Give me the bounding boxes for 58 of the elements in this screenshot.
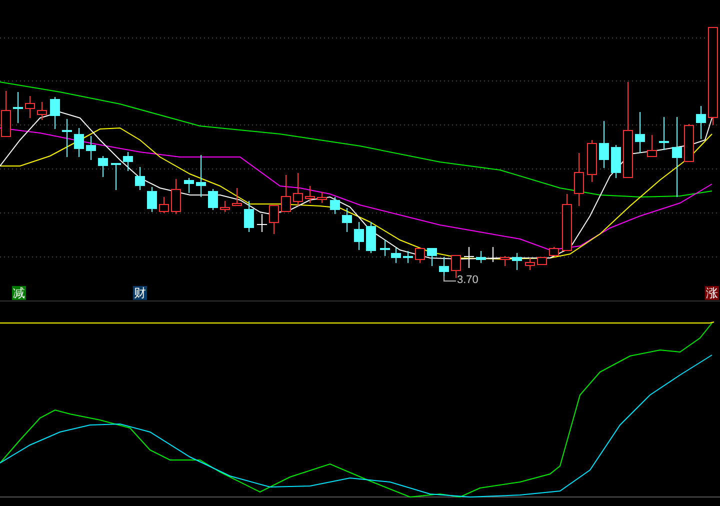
candlestick xyxy=(380,240,390,256)
candlestick xyxy=(587,140,597,182)
candlestick xyxy=(62,118,72,158)
candlestick xyxy=(599,120,609,168)
candlestick xyxy=(476,250,486,264)
candlestick xyxy=(184,178,194,194)
candlestick xyxy=(232,188,242,206)
leader-line xyxy=(444,276,456,282)
candlestick xyxy=(305,186,315,204)
candlestick xyxy=(98,156,108,178)
candlestick xyxy=(512,252,522,270)
candlestick xyxy=(171,178,181,214)
candlestick xyxy=(123,152,133,172)
candlestick xyxy=(427,248,437,266)
candlestick xyxy=(684,124,694,162)
candlestick xyxy=(111,163,121,190)
candlestick xyxy=(415,248,425,264)
candlestick xyxy=(403,250,413,264)
candlestick xyxy=(562,194,572,251)
candlestick xyxy=(635,112,645,154)
candlestick xyxy=(500,256,510,266)
candlestick xyxy=(464,246,474,268)
candlestick xyxy=(366,222,376,254)
candlestick xyxy=(330,196,340,214)
candlestick xyxy=(37,102,47,120)
signal-marker: 财 xyxy=(133,286,147,300)
candlestick xyxy=(293,172,303,206)
candlestick xyxy=(135,166,145,190)
candlestick xyxy=(220,200,230,212)
candlestick xyxy=(244,200,254,232)
candlestick xyxy=(659,116,669,150)
candlestick xyxy=(537,256,547,266)
candlestick xyxy=(208,188,218,210)
candlestick xyxy=(147,186,157,212)
candlestick xyxy=(74,128,84,158)
candlestick xyxy=(342,208,352,232)
candlestick xyxy=(257,214,267,232)
candlestick xyxy=(317,192,327,204)
candlestick xyxy=(86,136,96,160)
candlestick xyxy=(281,174,291,212)
candlestick xyxy=(196,154,206,198)
signal-marker: 涨 xyxy=(705,286,719,300)
candlestick xyxy=(488,246,498,262)
candlestick xyxy=(391,248,401,264)
price-label: 3.70 xyxy=(457,273,478,287)
candlestick xyxy=(269,204,279,234)
candlestick xyxy=(13,92,23,124)
candlestick xyxy=(611,144,621,178)
signal-marker: 减 xyxy=(12,286,26,300)
candlestick xyxy=(549,246,559,256)
candlestick xyxy=(525,258,535,270)
candlestick xyxy=(354,222,364,250)
candlestick xyxy=(25,96,35,118)
candlestick xyxy=(159,196,169,214)
candlestick xyxy=(574,152,584,206)
candlestick xyxy=(647,134,657,157)
candlestick xyxy=(50,96,60,130)
candlestick xyxy=(696,106,706,140)
